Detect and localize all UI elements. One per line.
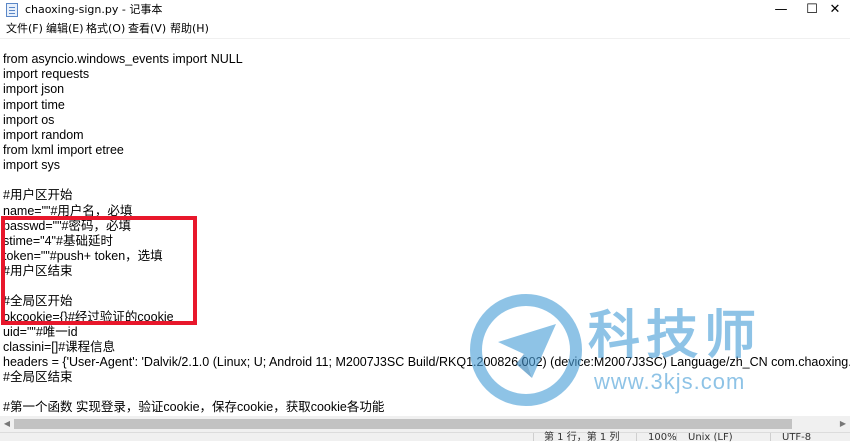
window-title: chaoxing-sign.py - 记事本 [25,3,163,16]
menu-view[interactable]: 查看(V) [128,22,166,36]
code-line: #用户区开始 [3,188,73,202]
menu-help[interactable]: 帮助(H) [170,22,209,36]
user-config-highlight-box [1,216,197,325]
menu-format[interactable]: 格式(O) [86,22,125,36]
code-line: import sys [3,158,60,172]
menu-edit[interactable]: 编辑(E) [46,22,84,36]
title-bar: chaoxing-sign.py - 记事本 — ☐ ✕ [0,0,850,20]
horizontal-scrollbar[interactable]: ◀ ▶ [0,416,850,432]
menu-bar: 文件(F) 编辑(E) 格式(O) 查看(V) 帮助(H) [0,20,850,39]
code-line: from lxml import etree [3,143,124,157]
code-line: #第一个函数 实现登录，验证cookie，保存cookie，获取cookie各功… [3,400,385,414]
line-ending: Unix (LF) [688,432,733,443]
scroll-left-arrow-icon[interactable]: ◀ [1,419,13,429]
code-line: from asyncio.windows_events import NULL [3,52,243,66]
scrollbar-thumb[interactable] [14,419,792,429]
cursor-position: 第 1 行，第 1 列 [544,432,620,443]
code-line: import os [3,113,55,127]
encoding: UTF-8 [782,432,812,443]
zoom-level: 100% [648,432,677,443]
menu-file[interactable]: 文件(F) [6,22,43,36]
watermark: 科技师 www.3kjs.com [470,292,830,408]
code-line: uid=""#唯一id [3,325,78,339]
code-line: import time [3,98,65,112]
watermark-logo-icon [470,294,582,406]
close-button[interactable]: ✕ [812,0,850,20]
watermark-text: 科技师 [588,306,763,366]
watermark-url: www.3kjs.com [594,369,746,394]
code-line: import random [3,128,84,142]
code-line: import requests [3,67,90,81]
code-line: classini=[]#课程信息 [3,340,116,354]
scroll-right-arrow-icon[interactable]: ▶ [837,419,849,429]
code-line: import json [3,82,65,96]
notepad-icon [6,3,18,17]
code-line: #全局区结束 [3,370,73,384]
